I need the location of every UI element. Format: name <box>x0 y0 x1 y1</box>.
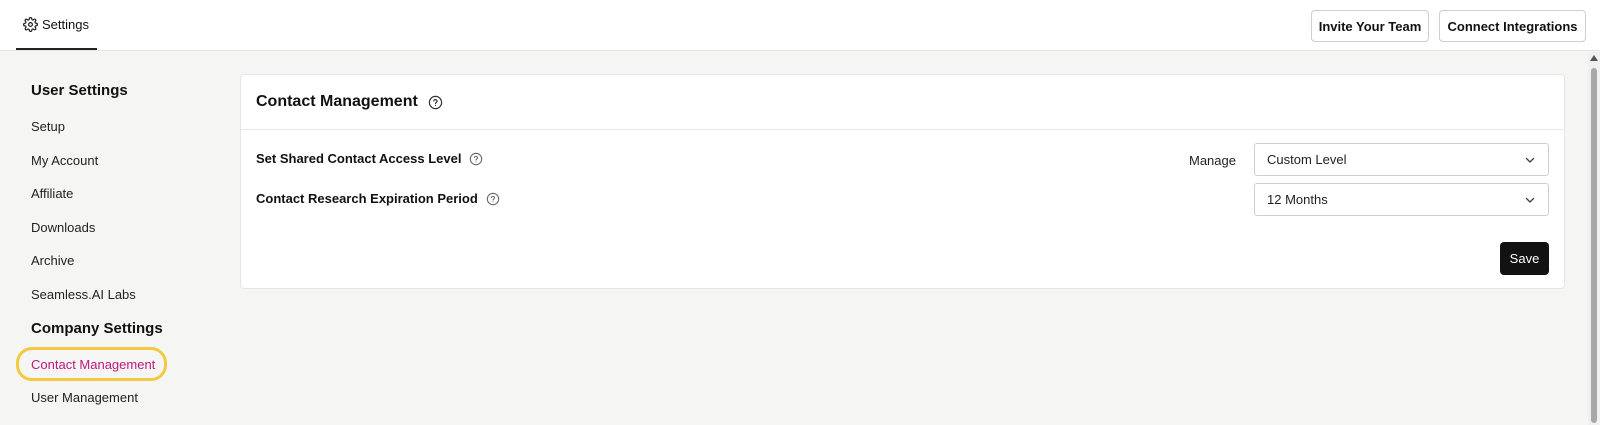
contact-management-card: Contact Management Set Shared Contact Ac… <box>240 74 1565 289</box>
tab-settings[interactable]: Settings <box>16 0 97 50</box>
chevron-down-icon <box>1524 194 1536 206</box>
gear-icon <box>23 16 38 32</box>
chevron-down-icon <box>1524 154 1536 166</box>
sidebar-item-user-management[interactable]: User Management <box>31 390 138 405</box>
scrollbar-thumb[interactable] <box>1591 68 1597 423</box>
expiration-label: Contact Research Expiration Period <box>256 191 478 206</box>
scrollbar[interactable] <box>1588 52 1600 425</box>
sidebar-item-my-account[interactable]: My Account <box>31 153 98 168</box>
help-icon[interactable] <box>469 152 483 166</box>
shared-access-label: Set Shared Contact Access Level <box>256 151 462 166</box>
manage-label: Manage <box>1189 153 1236 168</box>
expiration-row-label: Contact Research Expiration Period <box>256 191 500 206</box>
help-icon[interactable] <box>428 95 443 110</box>
sidebar-item-affiliate[interactable]: Affiliate <box>31 186 73 201</box>
save-button[interactable]: Save <box>1500 242 1549 275</box>
connect-integrations-button[interactable]: Connect Integrations <box>1439 10 1586 42</box>
access-level-select[interactable]: Custom Level <box>1254 143 1549 176</box>
sidebar-item-contact-management[interactable]: Contact Management <box>16 347 167 381</box>
help-icon[interactable] <box>486 192 500 206</box>
sidebar-item-seamless-labs[interactable]: Seamless.AI Labs <box>31 287 136 302</box>
expiration-period-value: 12 Months <box>1267 192 1328 207</box>
card-header: Contact Management <box>241 75 1564 130</box>
sidebar: User Settings Setup My Account Affiliate… <box>0 52 230 425</box>
expiration-period-select[interactable]: 12 Months <box>1254 183 1549 216</box>
company-settings-heading: Company Settings <box>31 320 163 337</box>
sidebar-item-setup[interactable]: Setup <box>31 119 65 134</box>
tab-settings-label: Settings <box>42 16 89 32</box>
page-title: Contact Management <box>256 93 418 110</box>
scroll-up-arrow-icon[interactable] <box>1590 55 1598 61</box>
sidebar-item-downloads[interactable]: Downloads <box>31 220 95 235</box>
shared-access-row-label: Set Shared Contact Access Level <box>256 151 483 166</box>
user-settings-heading: User Settings <box>31 82 128 99</box>
sidebar-item-label: Contact Management <box>31 356 156 372</box>
invite-team-button[interactable]: Invite Your Team <box>1311 10 1429 42</box>
top-bar: Settings Invite Your Team Connect Integr… <box>0 0 1600 51</box>
access-level-value: Custom Level <box>1267 152 1347 167</box>
sidebar-item-archive[interactable]: Archive <box>31 253 74 268</box>
